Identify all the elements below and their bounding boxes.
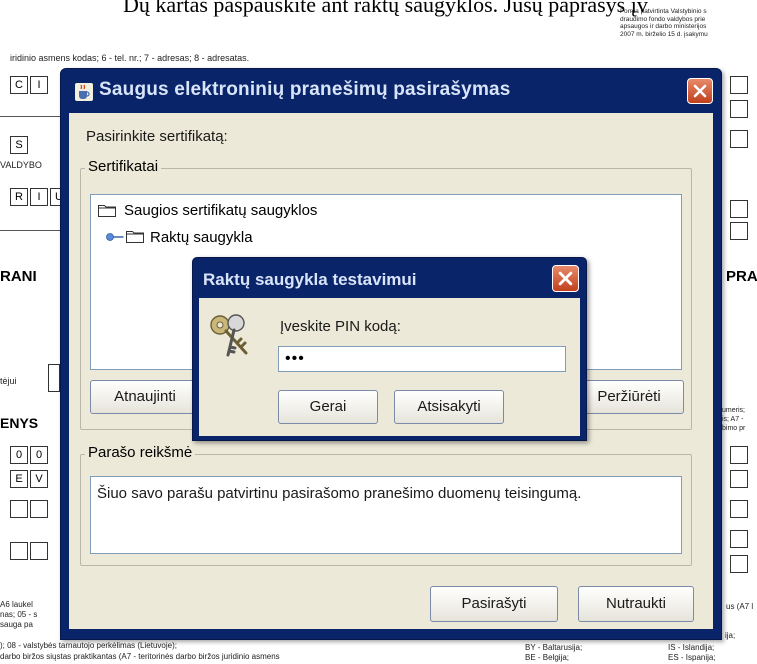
view-button[interactable]: Peržiūrėti	[574, 380, 684, 414]
folder-icon	[126, 231, 144, 243]
signature-text-field[interactable]: Šiuo savo parašu patvirtinu pasirašomo p…	[90, 476, 682, 554]
abort-button[interactable]: Nutraukti	[578, 586, 694, 622]
background-heading: Dų kartas paspauskite ant raktų saugyklo…	[123, 0, 648, 17]
label-enys: ENYS	[0, 415, 39, 431]
pin-dialog-title: Raktų saugykla testavimui	[203, 270, 417, 289]
certificates-group-legend: Sertifikatai	[85, 158, 162, 175]
doc-cell	[730, 500, 748, 518]
doc-cell	[30, 542, 48, 560]
doc-cell: R	[10, 188, 28, 206]
right-note-2: us (A7 l	[726, 602, 754, 611]
doc-cell: 0	[30, 446, 48, 464]
doc-cell: V	[30, 470, 48, 488]
doc-line	[0, 116, 60, 117]
window-close-button[interactable]	[687, 78, 713, 104]
doc-cell: I	[30, 76, 48, 94]
keys-icon	[210, 314, 248, 357]
pin-dialog-close-button[interactable]	[552, 265, 579, 292]
field-caption: iridinio asmens kodas; 6 - tel. nr.; 7 -…	[10, 53, 250, 63]
java-cup-icon	[75, 83, 93, 101]
doc-cell	[730, 222, 748, 240]
cancel-button[interactable]: Atsisakyti	[394, 390, 504, 424]
label-tejui: tėjui	[0, 376, 17, 386]
label-valdybo: VALDYBO	[0, 160, 42, 170]
doc-cell	[730, 200, 748, 218]
form-approval-note: Forma patvirtinta Valstybinio s draudimo…	[620, 8, 708, 38]
footer-right-3: ES - Ispanija;	[668, 653, 716, 662]
doc-cell: I	[30, 188, 48, 206]
right-note-1: umeris; is; A7 - bimo pr	[722, 407, 746, 432]
refresh-button[interactable]: Atnaujinti	[90, 380, 200, 414]
sign-button[interactable]: Pasirašyti	[430, 586, 558, 622]
choose-certificate-label: Pasirinkite sertifikatą:	[86, 128, 228, 145]
footer-right-1: ija;	[725, 631, 736, 640]
label-pra: PRA	[726, 268, 757, 285]
doc-cell	[730, 130, 748, 148]
footer-mid-1: BY - Baltarusija;	[525, 643, 583, 652]
doc-cell	[730, 76, 748, 94]
signature-group-legend: Parašo reikšmė	[85, 444, 196, 461]
doc-cell	[730, 100, 748, 118]
doc-box	[48, 364, 60, 392]
doc-cell	[30, 500, 48, 518]
doc-cell	[10, 542, 28, 560]
footer-right-2: IS - Islandija;	[668, 643, 715, 652]
close-icon	[558, 271, 573, 286]
doc-cell	[10, 500, 28, 518]
pin-prompt-label: Įveskite PIN kodą:	[280, 318, 401, 335]
pin-input[interactable]	[278, 346, 566, 372]
footer-left-5: darbo biržos siųstas praktikantas (A7 - …	[0, 652, 280, 661]
folder-icon	[98, 205, 116, 217]
footer-left-2: nas; 05 - s	[0, 610, 38, 619]
tree-connector-icon[interactable]	[106, 230, 124, 244]
footer-left-1: A6 laukel	[0, 600, 33, 609]
doc-line	[0, 230, 60, 231]
window-title-bar[interactable]: Saugus elektroninių pranešimų pasirašyma…	[61, 69, 721, 113]
close-icon	[693, 84, 707, 98]
doc-cell	[730, 470, 748, 488]
ok-button[interactable]: Gerai	[278, 390, 378, 424]
doc-cell: S	[10, 136, 28, 154]
doc-cell: E	[10, 470, 28, 488]
doc-cell	[730, 446, 748, 464]
footer-left-3: sauga pa	[0, 620, 33, 629]
doc-cell	[730, 530, 748, 548]
tree-root-item[interactable]: Saugios sertifikatų saugyklos	[124, 202, 317, 219]
doc-cell: 0	[10, 446, 28, 464]
label-rani: RANI	[0, 268, 37, 285]
window-title: Saugus elektroninių pranešimų pasirašyma…	[99, 79, 511, 100]
doc-cell	[730, 555, 748, 573]
footer-mid-2: BE - Belgija;	[525, 653, 570, 662]
footer-left-4: ); 08 - valstybės tarnautojo perkėlimas …	[0, 641, 177, 650]
doc-cell: C	[10, 76, 28, 94]
tree-child-item[interactable]: Raktų saugykla	[150, 229, 253, 246]
